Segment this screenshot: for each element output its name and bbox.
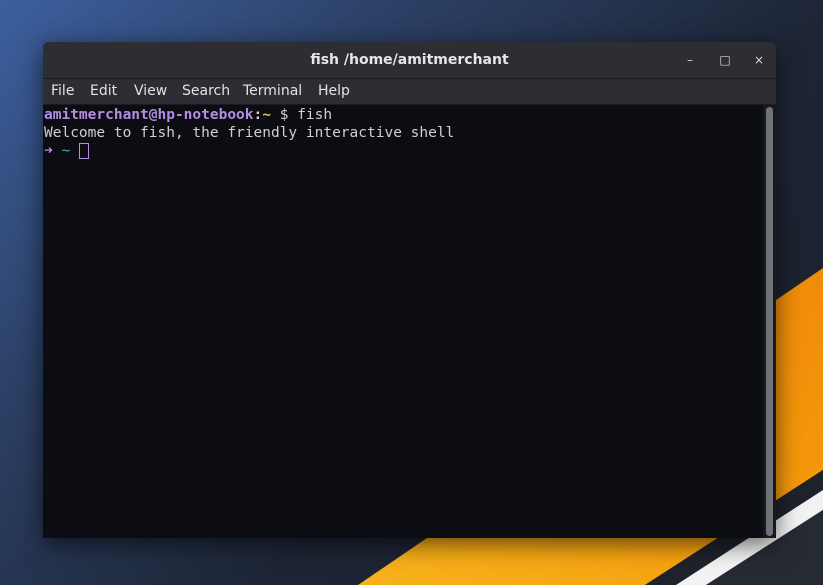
close-icon[interactable]: × <box>750 51 768 69</box>
terminal-line-command: amitmerchant@hp-notebook:~ $ fish <box>44 106 332 124</box>
terminal-line-output: Welcome to fish, the friendly interactiv… <box>44 125 455 141</box>
prompt-colon: : <box>253 107 263 123</box>
menu-item-help[interactable]: Help <box>318 79 350 104</box>
prompt-user-host: amitmerchant@hp-notebook <box>44 107 254 123</box>
block-cursor-icon <box>78 143 89 159</box>
menu-item-edit[interactable]: Edit <box>90 79 117 104</box>
menu-item-view[interactable]: View <box>134 79 167 104</box>
prompt-directory: ~ <box>262 107 271 123</box>
scrollbar-thumb[interactable] <box>766 107 773 536</box>
title-bar[interactable]: fish /home/amitmerchant – □ × <box>43 42 776 79</box>
prompt-symbol: $ <box>270 107 298 123</box>
terminal-output[interactable]: amitmerchant@hp-notebook:~ $ fish Welcom… <box>43 105 763 538</box>
arrow-icon: ➜ <box>44 143 53 159</box>
menu-item-search[interactable]: Search <box>182 79 230 104</box>
menu-bar: File Edit View Search Terminal Help <box>43 79 776 105</box>
window-title: fish /home/amitmerchant <box>310 52 509 68</box>
menu-item-file[interactable]: File <box>51 79 74 104</box>
typed-command: fish <box>297 107 333 123</box>
maximize-icon[interactable]: □ <box>716 51 734 69</box>
terminal-scrollbar[interactable] <box>763 105 776 538</box>
menu-item-terminal[interactable]: Terminal <box>243 79 302 104</box>
minimize-icon[interactable]: – <box>681 51 699 69</box>
terminal-window[interactable]: fish /home/amitmerchant – □ × File Edit … <box>43 42 776 538</box>
terminal-line-fish-prompt: ➜ ~ <box>44 142 89 160</box>
fish-prompt-directory: ~ <box>61 143 71 159</box>
